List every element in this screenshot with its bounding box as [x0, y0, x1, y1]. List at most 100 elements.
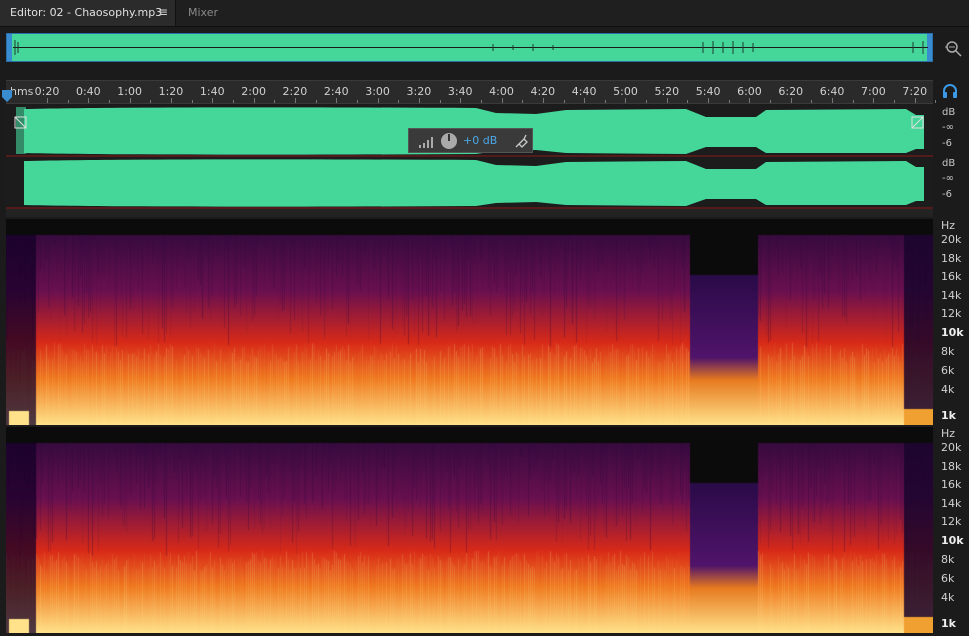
time-tick [88, 98, 90, 103]
time-tick-label: 5:00 [613, 85, 638, 98]
time-tick [542, 98, 544, 103]
time-minor-tick [108, 100, 110, 103]
time-minor-tick [687, 100, 689, 103]
time-minor-tick [770, 100, 772, 103]
overview-waveform-graph [13, 40, 928, 55]
time-tick [708, 98, 710, 103]
time-tick-label: 6:20 [778, 85, 804, 98]
amp-neg6: -6 [942, 138, 952, 149]
time-minor-tick [563, 100, 565, 103]
time-tick [460, 98, 462, 103]
amp-inf: -∞ [942, 173, 954, 184]
time-tick-label: 1:00 [117, 85, 142, 98]
amp-inf: -∞ [942, 122, 954, 133]
frequency-scale-ch2: Hz 20k 18k 16k 14k 12k 10k 8k 6k 4k 1k [933, 427, 969, 633]
spectral-display-ch2[interactable] [6, 427, 933, 633]
volume-hud[interactable]: +0 dB [408, 128, 533, 153]
hz-label: 20k [941, 441, 962, 454]
time-tick [336, 98, 338, 103]
hz-label: 4k [941, 383, 955, 396]
tab-mixer[interactable]: Mixer [178, 0, 238, 26]
time-tick [294, 98, 296, 103]
time-tick-label: 4:40 [571, 85, 597, 98]
tab-editor-label: Editor: 02 - Chaosophy.mp3 [10, 6, 163, 19]
amplitude-scale-ch1: dB -∞ -6 [936, 107, 969, 157]
headphones-icon[interactable] [941, 82, 959, 100]
time-tick [584, 98, 586, 103]
time-minor-tick [150, 100, 152, 103]
time-minor-tick [274, 100, 276, 103]
panel-menu-icon[interactable]: ≡ [158, 0, 168, 25]
pin-icon[interactable] [515, 134, 529, 148]
hz-unit: Hz [941, 219, 956, 232]
time-tick-label: 1:40 [199, 85, 225, 98]
hz-label: 12k [941, 307, 962, 320]
hz-label: 1k [941, 617, 956, 630]
amp-unit: dB [942, 158, 956, 169]
time-minor-tick [398, 100, 400, 103]
time-tick [832, 98, 834, 103]
time-tick [501, 98, 503, 103]
time-minor-tick [646, 100, 648, 103]
time-tick [129, 98, 131, 103]
time-ruler[interactable]: hms 0:20 0:40 1:00 1:20 1:40 2:00 2:20 2:40 3:00… [6, 80, 937, 104]
hz-label: 20k [941, 233, 962, 246]
time-tick [873, 98, 875, 103]
time-tick [170, 98, 172, 103]
time-tick-label: 5:20 [654, 85, 680, 98]
time-tick-label: 7:20 [902, 85, 928, 98]
volume-knob[interactable] [439, 131, 459, 151]
time-tick-label: 7:00 [861, 85, 886, 98]
time-tick [253, 98, 255, 103]
time-minor-tick [935, 100, 937, 103]
time-tick [666, 98, 668, 103]
playhead-marker[interactable] [2, 90, 12, 102]
time-tick-label: 0:20 [34, 85, 60, 98]
hz-label: 6k [941, 364, 955, 377]
amp-neg6: -6 [942, 189, 952, 200]
spectral-canvas [6, 427, 933, 633]
waveform-spectral-divider[interactable] [6, 209, 933, 217]
time-tick [790, 98, 792, 103]
spectral-canvas [6, 219, 933, 425]
time-tick-label: 3:40 [447, 85, 473, 98]
hz-label: 8k [941, 345, 955, 358]
time-tick-label: 0:40 [75, 85, 101, 98]
spectral-display-ch1[interactable] [6, 219, 933, 425]
time-tick-label: 4:00 [489, 85, 514, 98]
time-tick-label: 4:20 [530, 85, 556, 98]
time-tick-label: 6:40 [819, 85, 845, 98]
hz-label: 18k [941, 252, 962, 265]
time-minor-tick [191, 100, 193, 103]
tab-bar: Editor: 02 - Chaosophy.mp3 ≡ Mixer [0, 0, 969, 27]
time-minor-tick [67, 100, 69, 103]
hz-label: 8k [941, 553, 955, 566]
hz-label: 12k [941, 515, 962, 528]
waveform-display[interactable] [6, 105, 933, 209]
frequency-scale-ch1: Hz 20k 18k 16k 14k 12k 10k 8k 6k 4k 1k [933, 219, 969, 425]
zoom-icon[interactable] [943, 38, 963, 58]
time-minor-tick [439, 100, 441, 103]
time-minor-tick [811, 100, 813, 103]
hz-label: 1k [941, 409, 956, 422]
time-minor-tick [480, 100, 482, 103]
time-minor-tick [522, 100, 524, 103]
time-minor-tick [315, 100, 317, 103]
hz-label: 18k [941, 460, 962, 473]
amplitude-scale-ch2: dB -∞ -6 [936, 158, 969, 208]
time-minor-tick [604, 100, 606, 103]
overview-left-handle[interactable] [7, 34, 12, 61]
hz-label: 10k [941, 534, 964, 547]
tab-mixer-label: Mixer [188, 6, 219, 19]
overview-waveform[interactable] [6, 33, 933, 62]
hz-label: 16k [941, 270, 962, 283]
hz-label: 4k [941, 591, 955, 604]
volume-value: +0 dB [463, 134, 498, 147]
time-tick [418, 98, 420, 103]
level-bars-icon [419, 137, 433, 148]
hz-label: 14k [941, 497, 962, 510]
time-minor-tick [852, 100, 854, 103]
time-tick [47, 98, 48, 103]
tab-editor[interactable]: Editor: 02 - Chaosophy.mp3 ≡ [0, 0, 176, 26]
hz-label: 14k [941, 289, 962, 302]
